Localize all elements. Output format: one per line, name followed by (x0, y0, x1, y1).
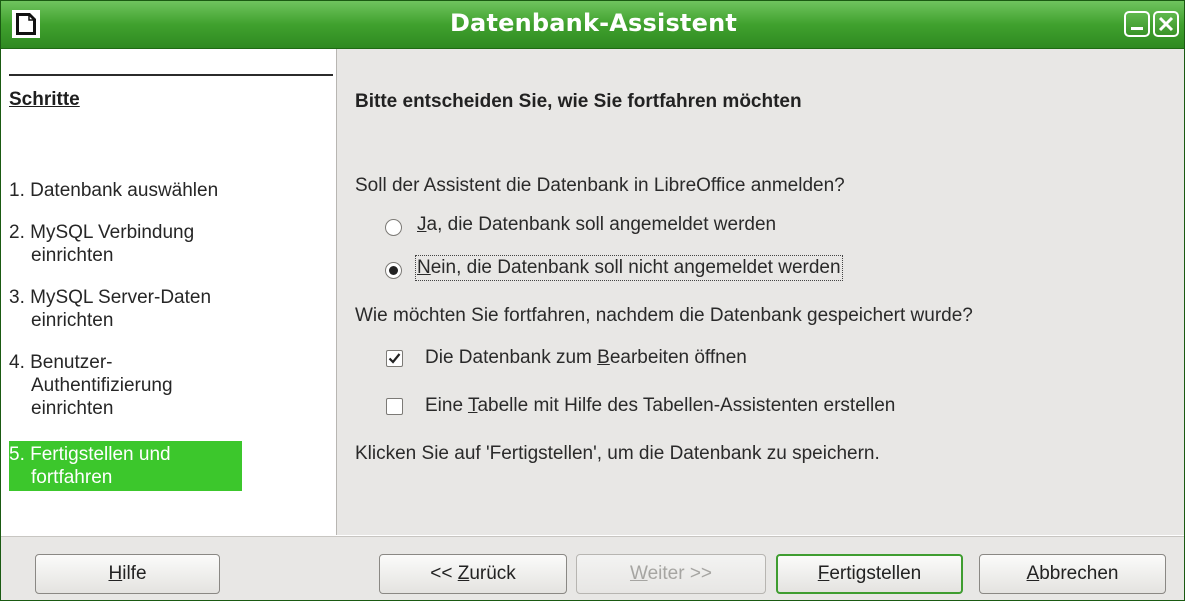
close-icon (1158, 16, 1174, 32)
radio-selected-dot (389, 266, 398, 275)
checkbox-open-for-editing[interactable] (386, 350, 403, 367)
radio-register-yes-label[interactable]: Ja, die Datenbank soll angemeldet werden (417, 214, 776, 236)
checkbox-create-table-label[interactable]: Eine Tabelle mit Hilfe des Tabellen-Assi… (425, 395, 895, 417)
page-title: Bitte entscheiden Sie, wie Sie fortfahre… (355, 91, 802, 112)
main-content: Bitte entscheiden Sie, wie Sie fortfahre… (337, 49, 1184, 535)
step-item-3[interactable]: 3. MySQL Server-Daten einrichten (9, 284, 239, 334)
checkbox-create-table[interactable] (386, 398, 403, 415)
help-button[interactable]: Hilfe (35, 554, 220, 594)
radio-register-no[interactable] (385, 262, 402, 279)
step-item-5-active[interactable]: 5. Fertigstellen und fortfahren (9, 441, 242, 491)
steps-heading: Schritte (9, 89, 80, 110)
wizard-window: Datenbank-Assistent Schritte 1. Datenban… (0, 0, 1185, 601)
step-item-2[interactable]: 2. MySQL Verbindung einrichten (9, 219, 239, 269)
finish-hint: Klicken Sie auf 'Fertigstellen', um die … (355, 443, 880, 464)
back-button[interactable]: << Zurück (379, 554, 567, 594)
title-bar[interactable]: Datenbank-Assistent (1, 1, 1184, 49)
checkbox-open-for-editing-label[interactable]: Die Datenbank zum Bearbeiten öffnen (425, 347, 747, 369)
step-item-1[interactable]: 1. Datenbank auswählen (9, 177, 239, 204)
register-question: Soll der Assistent die Datenbank in Libr… (355, 175, 845, 196)
steps-panel: Schritte 1. Datenbank auswählen 2. MySQL… (1, 49, 337, 535)
finish-button[interactable]: Fertigstellen (776, 554, 963, 594)
button-bar: Hilfe << Zurück Weiter >> Fertigstellen … (1, 536, 1184, 600)
continue-question: Wie möchten Sie fortfahren, nachdem die … (355, 305, 973, 326)
window-title: Datenbank-Assistent (449, 9, 738, 37)
minimize-button[interactable] (1124, 11, 1150, 37)
next-button[interactable]: Weiter >> (576, 554, 766, 594)
radio-register-yes[interactable] (385, 219, 402, 236)
checkmark-icon (388, 353, 401, 364)
minimize-icon (1131, 27, 1143, 30)
radio-register-no-label[interactable]: Nein, die Datenbank soll nicht angemelde… (415, 255, 843, 281)
steps-divider (9, 74, 333, 76)
cancel-button[interactable]: Abbrechen (979, 554, 1166, 594)
step-item-4[interactable]: 4. Benutzer-Authentifizierung einrichten (9, 349, 239, 422)
close-button[interactable] (1153, 11, 1179, 37)
